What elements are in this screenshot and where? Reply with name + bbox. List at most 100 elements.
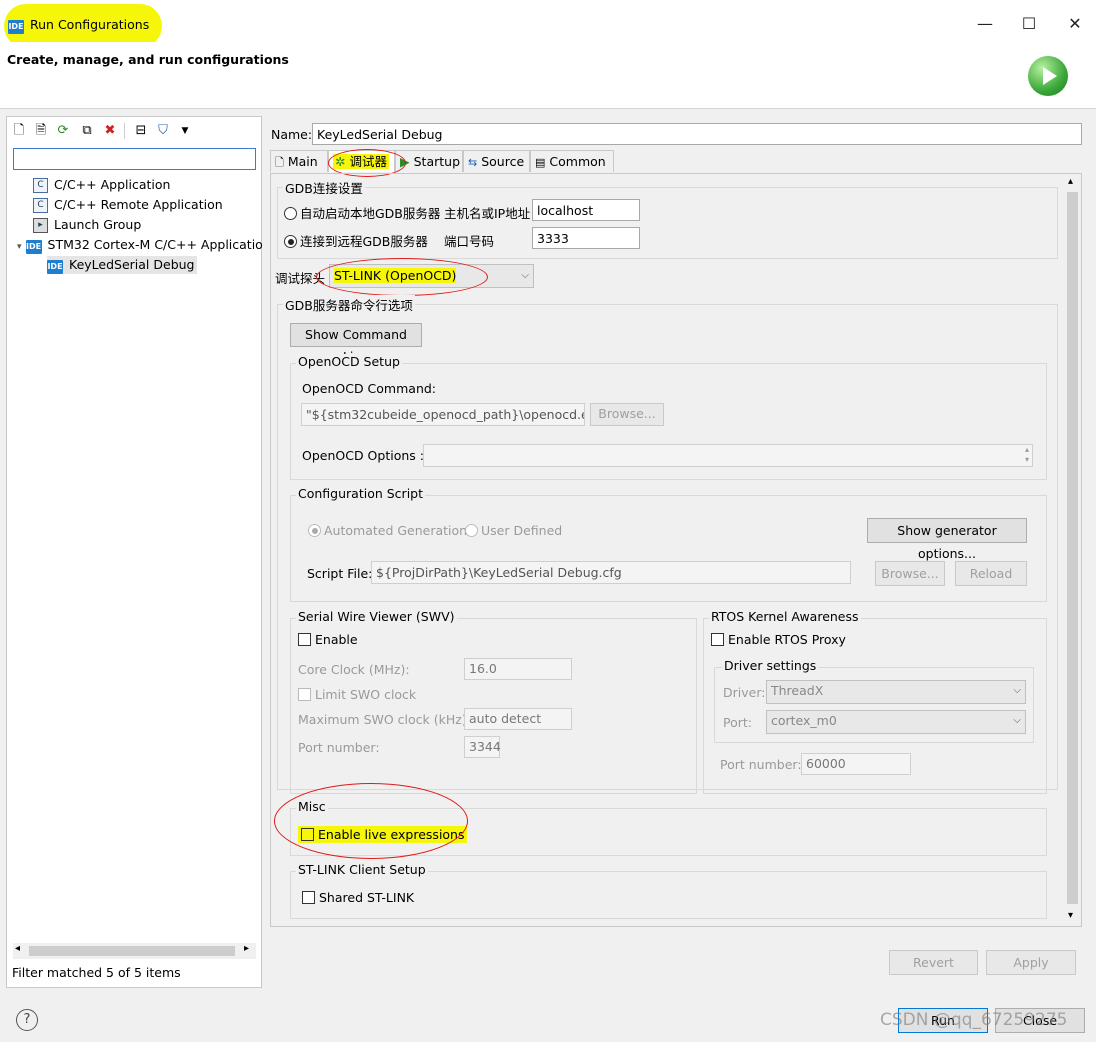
radio-user-defined[interactable]: User Defined	[465, 523, 562, 538]
config-editor: Name: 🗋 Main ✲ 调试器 ▶ Startup ⇆ Source ▤ …	[264, 116, 1090, 986]
help-icon[interactable]: ?	[16, 1009, 38, 1031]
name-label: Name:	[271, 127, 313, 142]
horizontal-scrollbar[interactable]: ◂ ▸	[13, 943, 256, 959]
checkbox-icon	[298, 633, 311, 646]
c-app-icon: C	[33, 178, 48, 193]
driver-label: Driver:	[723, 685, 766, 700]
swv-enable-checkbox[interactable]: Enable	[298, 632, 358, 647]
rtos-enable-checkbox[interactable]: Enable RTOS Proxy	[711, 632, 846, 647]
script-file-input[interactable]: ${ProjDirPath}\KeyLedSerial Debug.cfg	[371, 561, 851, 584]
c-app-icon: C	[33, 198, 48, 213]
tree-item-launch-group[interactable]: ▸ Launch Group	[33, 216, 141, 234]
script-browse-button[interactable]: Browse...	[875, 561, 945, 586]
radio-automated[interactable]: Automated Generation	[308, 523, 467, 538]
tab-debugger[interactable]: ✲ 调试器	[328, 150, 395, 172]
tree-item-c-remote[interactable]: C C/C++ Remote Application	[33, 196, 223, 214]
swv-legend: Serial Wire Viewer (SWV)	[296, 609, 457, 624]
probe-select[interactable]: ST-LINK (OpenOCD) ⌵	[329, 264, 534, 288]
shared-stlink-checkbox[interactable]: Shared ST-LINK	[302, 890, 414, 905]
toolbar-divider	[124, 123, 125, 139]
revert-button[interactable]: Revert	[889, 950, 978, 975]
openocd-command-label: OpenOCD Command:	[302, 381, 437, 396]
tab-common[interactable]: ▤ Common	[530, 150, 614, 172]
tree-item-stm32[interactable]: ▾ IDE STM32 Cortex-M C/C++ Applicatio	[17, 236, 263, 254]
export-icon[interactable]: ⟳	[55, 123, 71, 139]
collapse-all-icon[interactable]: ⊟	[133, 123, 149, 139]
launch-group-icon: ▸	[33, 218, 48, 233]
tab-source[interactable]: ⇆ Source	[463, 150, 530, 172]
core-clock-label: Core Clock (MHz):	[298, 662, 410, 677]
tab-main[interactable]: 🗋 Main	[270, 150, 328, 172]
show-generator-options-button[interactable]: Show generator options...	[867, 518, 1027, 561]
rtos-port-select[interactable]: cortex_m0 ⌵	[766, 710, 1026, 734]
filter-input[interactable]	[13, 148, 256, 170]
rtos-portnum-input[interactable]: 60000	[801, 753, 911, 775]
run-icon	[1028, 56, 1068, 96]
tree-item-keyledserial[interactable]: IDE KeyLedSerial Debug	[47, 256, 198, 274]
dialog-header: Create, manage, and run configurations	[0, 42, 1096, 109]
checkbox-icon	[298, 688, 311, 701]
rtos-legend: RTOS Kernel Awareness	[709, 609, 861, 624]
tree-item-c-app[interactable]: C C/C++ Application	[33, 176, 170, 194]
tab-strip: 🗋 Main ✲ 调试器 ▶ Startup ⇆ Source ▤ Common	[270, 150, 1082, 174]
openocd-options-label: OpenOCD Options :	[302, 448, 424, 463]
radio-local-gdb[interactable]: 自动启动本地GDB服务器	[284, 203, 440, 222]
port-input[interactable]	[532, 227, 640, 249]
limit-swo-checkbox[interactable]: Limit SWO clock	[298, 687, 416, 702]
scroll-thumb[interactable]	[29, 946, 235, 956]
checkbox-icon	[301, 828, 314, 841]
close-window-button[interactable]: ✕	[1062, 10, 1088, 36]
ide-icon: IDE	[25, 240, 42, 254]
view-menu-chevron-icon[interactable]: ▼	[177, 123, 193, 139]
vertical-scrollbar[interactable]: ▴ ▾	[1065, 176, 1080, 924]
spinner-icon: ▴ ▾	[1024, 445, 1029, 464]
startup-tab-icon: ▶	[400, 154, 410, 169]
chevron-down-icon: ⌵	[521, 270, 529, 281]
openocd-options-input[interactable]: ▴ ▾	[423, 444, 1033, 467]
filter-status: Filter matched 5 of 5 items	[12, 965, 181, 980]
duplicate-icon[interactable]: ⧉	[79, 123, 95, 139]
radio-icon	[284, 207, 297, 220]
swv-port-input[interactable]: 3344	[464, 736, 501, 758]
scroll-up-icon[interactable]: ▴	[1068, 176, 1073, 187]
host-input[interactable]	[532, 199, 640, 221]
header-title: Create, manage, and run configurations	[7, 52, 289, 67]
minimize-button[interactable]: —	[972, 10, 998, 36]
scroll-right-icon[interactable]: ▸	[244, 943, 249, 954]
max-swo-input[interactable]: auto detect	[464, 708, 572, 730]
config-tree-panel: 🗋 🗎 ⟳ ⧉ ✖ ⊟ ⛉ ▼ C C/C++ Application C C/C+…	[6, 116, 263, 988]
apply-button[interactable]: Apply	[986, 950, 1076, 975]
app-icon: IDE	[8, 17, 24, 34]
driver-settings-legend: Driver settings	[722, 658, 819, 673]
name-input[interactable]	[312, 123, 1082, 145]
maximize-button[interactable]: ☐	[1016, 10, 1042, 36]
chevron-down-icon: ⌵	[1013, 685, 1021, 696]
rtos-port-label: Port:	[723, 715, 752, 730]
filter-icon[interactable]: ⛉	[155, 123, 171, 139]
show-command-line-button[interactable]: Show Command Line	[290, 323, 422, 364]
driver-select[interactable]: ThreadX ⌵	[766, 680, 1026, 704]
scroll-down-icon[interactable]: ▾	[1068, 910, 1073, 921]
radio-remote-gdb[interactable]: 连接到远程GDB服务器	[284, 231, 428, 250]
core-clock-input[interactable]: 16.0	[464, 658, 572, 680]
swv-port-label: Port number:	[298, 740, 380, 755]
tab-startup[interactable]: ▶ Startup	[395, 150, 463, 172]
new-prototype-icon[interactable]: 🗎	[33, 123, 49, 139]
openocd-browse-button[interactable]: Browse...	[590, 403, 664, 426]
checkbox-icon	[302, 891, 315, 904]
tab-content: ▴ ▾ GDB连接设置 自动启动本地GDB服务器 主机名或IP地址 连接到远程G…	[270, 173, 1082, 927]
reload-button[interactable]: Reload	[955, 561, 1027, 586]
expand-chevron-icon[interactable]: ▾	[17, 242, 22, 252]
new-config-icon[interactable]: 🗋	[11, 123, 27, 139]
script-file-label: Script File:	[307, 566, 373, 581]
live-expressions-checkbox[interactable]: Enable live expressions	[298, 826, 467, 843]
vscroll-thumb[interactable]	[1067, 192, 1078, 904]
ide-icon: IDE	[47, 260, 63, 274]
config-script-legend: Configuration Script	[296, 486, 425, 501]
probe-label: 调试探头	[275, 271, 326, 286]
radio-icon	[465, 524, 478, 537]
openocd-command-input[interactable]: "${stm32cubeide_openocd_path}\openocd.ex…	[301, 403, 585, 426]
rtos-portnum-label: Port number:	[720, 757, 802, 772]
scroll-left-icon[interactable]: ◂	[15, 943, 20, 954]
delete-icon[interactable]: ✖	[102, 123, 118, 139]
